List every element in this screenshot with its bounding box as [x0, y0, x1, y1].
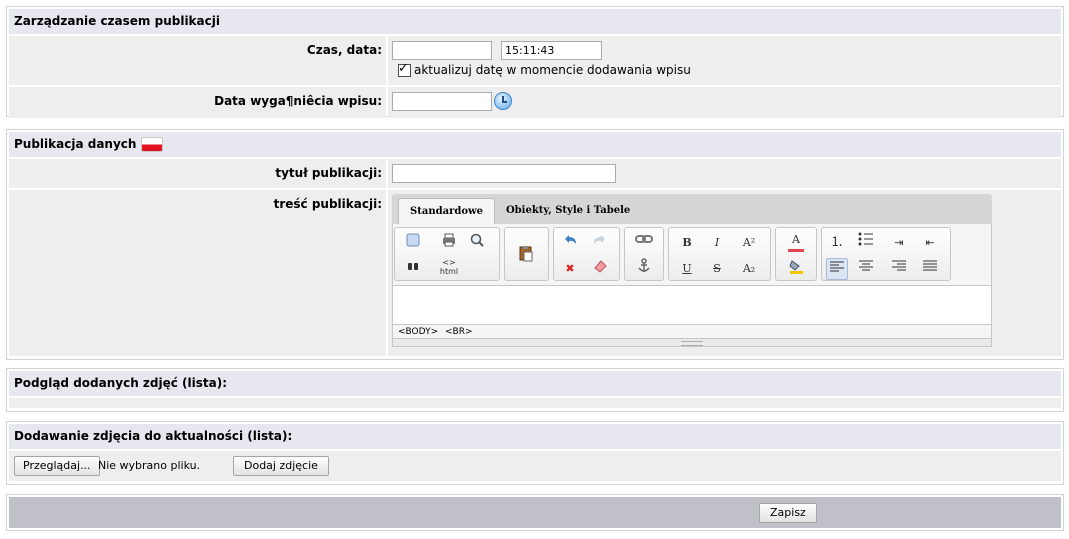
editor-tabs: Standardowe Obiekty, Style i Tabele	[392, 194, 992, 224]
toolbar-group-paragraph: ⒈ ⇥ ⇤	[821, 227, 951, 281]
title-field-label: tytuł publikacji:	[9, 159, 386, 188]
indent-icon[interactable]: ⇥	[888, 232, 910, 254]
update-date-option: ✓ aktualizuj datę w momencie dodawania w…	[398, 60, 691, 77]
editor-toolbar: <> html ✖ B I A² U S A₂ A ⒈ ⇥ ⇤	[392, 224, 992, 285]
outdent-icon[interactable]: ⇤	[919, 232, 941, 254]
upload-panel: Dodawanie zdjęcia do aktualności (lista)…	[6, 421, 1064, 485]
date-row: Czas, data: ✓ aktualizuj datę w momencie…	[9, 36, 1061, 85]
html-source-icon[interactable]: <> html	[438, 258, 460, 280]
bold-icon[interactable]: B	[676, 232, 698, 254]
upload-header: Dodawanie zdjęcia do aktualności (lista)…	[9, 424, 1061, 449]
path-body-tag[interactable]: <BODY>	[398, 327, 438, 337]
toolbar-group-colors: A	[775, 227, 817, 281]
new-document-icon[interactable]	[402, 232, 424, 254]
tab-objects-styles-tables[interactable]: Obiekty, Style i Tabele	[495, 198, 641, 224]
delete-icon[interactable]: ✖	[559, 258, 581, 280]
date-input[interactable]	[392, 41, 492, 60]
save-bar: Zapisz	[9, 497, 1061, 528]
anchor-icon[interactable]	[633, 258, 655, 280]
eraser-icon[interactable]	[589, 258, 611, 280]
align-center-icon[interactable]	[855, 258, 877, 280]
strikethrough-icon[interactable]: S	[706, 258, 728, 280]
publication-title: Publikacja danych	[14, 137, 137, 151]
text-color-icon[interactable]: A	[785, 232, 807, 254]
poland-flag-icon[interactable]	[141, 137, 164, 152]
path-br-tag[interactable]: <BR>	[445, 327, 473, 337]
content-label: treść publikacji:	[9, 190, 386, 356]
editor-resize-handle[interactable]	[392, 339, 992, 347]
rich-text-editor: Standardowe Obiekty, Style i Tabele <> h…	[392, 194, 992, 347]
gallery-header: Podgląd dodanych zdjęć (lista):	[9, 371, 1061, 396]
time-management-panel: Zarządzanie czasem publikacji Czas, data…	[6, 6, 1064, 118]
publication-header: Publikacja danych	[9, 132, 1061, 157]
no-file-text: Nie wybrano pliku.	[98, 459, 201, 472]
paste-icon[interactable]	[515, 244, 537, 266]
expiry-label: Data wyga¶niêcia wpisu:	[9, 87, 386, 118]
highlight-color-icon[interactable]	[785, 258, 807, 280]
toolbar-group-document: <> html	[394, 227, 500, 281]
subscript-icon[interactable]: A₂	[738, 258, 760, 280]
add-photo-button[interactable]: Dodaj zdjęcie	[233, 456, 329, 476]
upload-title: Dodawanie zdjęcia do aktualności (lista)…	[14, 429, 293, 443]
editor-status-path: <BODY> <BR>	[392, 325, 992, 339]
underline-icon[interactable]: U	[676, 258, 698, 280]
toolbar-group-clipboard	[504, 227, 549, 281]
save-panel: Zapisz	[6, 494, 1064, 531]
superscript-icon[interactable]: A²	[738, 232, 760, 254]
preview-icon[interactable]	[466, 232, 488, 254]
clock-icon[interactable]	[494, 92, 512, 110]
date-label: Czas, data:	[9, 36, 386, 85]
save-button[interactable]: Zapisz	[759, 503, 817, 523]
upload-row: Przeglądaj... Nie wybrano pliku. Dodaj z…	[9, 451, 1061, 481]
expiry-row: Data wyga¶niêcia wpisu:	[9, 87, 1061, 118]
content-row: treść publikacji: Standardowe Obiekty, S…	[9, 190, 1061, 356]
toolbar-group-links	[624, 227, 664, 281]
text-color-swatch	[788, 249, 804, 252]
align-right-icon[interactable]	[888, 258, 910, 280]
update-date-label: aktualizuj datę w momencie dodawania wpi…	[414, 63, 691, 77]
align-justify-icon[interactable]	[919, 258, 941, 280]
italic-icon[interactable]: I	[706, 232, 728, 254]
ordered-list-icon[interactable]: ⒈	[826, 232, 848, 254]
checkmark-icon: ✓	[398, 60, 409, 76]
editor-content-area[interactable]	[392, 285, 992, 325]
print-icon[interactable]	[438, 232, 460, 254]
browse-button[interactable]: Przeglądaj...	[14, 456, 100, 476]
title-row: tytuł publikacji:	[9, 159, 1061, 188]
link-icon[interactable]	[633, 232, 655, 254]
toolbar-group-text-format: B I A² U S A₂	[668, 227, 771, 281]
update-date-checkbox[interactable]: ✓	[398, 60, 411, 77]
find-icon[interactable]	[402, 258, 424, 280]
align-left-icon[interactable]	[826, 258, 848, 280]
redo-icon[interactable]	[589, 232, 611, 254]
unordered-list-icon[interactable]	[855, 232, 877, 254]
publication-title-input[interactable]	[392, 164, 616, 183]
tab-standard[interactable]: Standardowe	[398, 198, 495, 224]
toolbar-group-undo: ✖	[553, 227, 620, 281]
gallery-title: Podgląd dodanych zdjęć (lista):	[14, 376, 228, 390]
gallery-panel: Podgląd dodanych zdjęć (lista):	[6, 368, 1064, 412]
gallery-list	[9, 398, 1061, 408]
undo-icon[interactable]	[559, 232, 581, 254]
expiry-input[interactable]	[392, 92, 492, 111]
time-input[interactable]	[501, 41, 602, 60]
publication-panel: Publikacja danych tytuł publikacji: treś…	[6, 129, 1064, 360]
time-management-title: Zarządzanie czasem publikacji	[14, 14, 220, 28]
time-management-header: Zarządzanie czasem publikacji	[9, 9, 1061, 34]
